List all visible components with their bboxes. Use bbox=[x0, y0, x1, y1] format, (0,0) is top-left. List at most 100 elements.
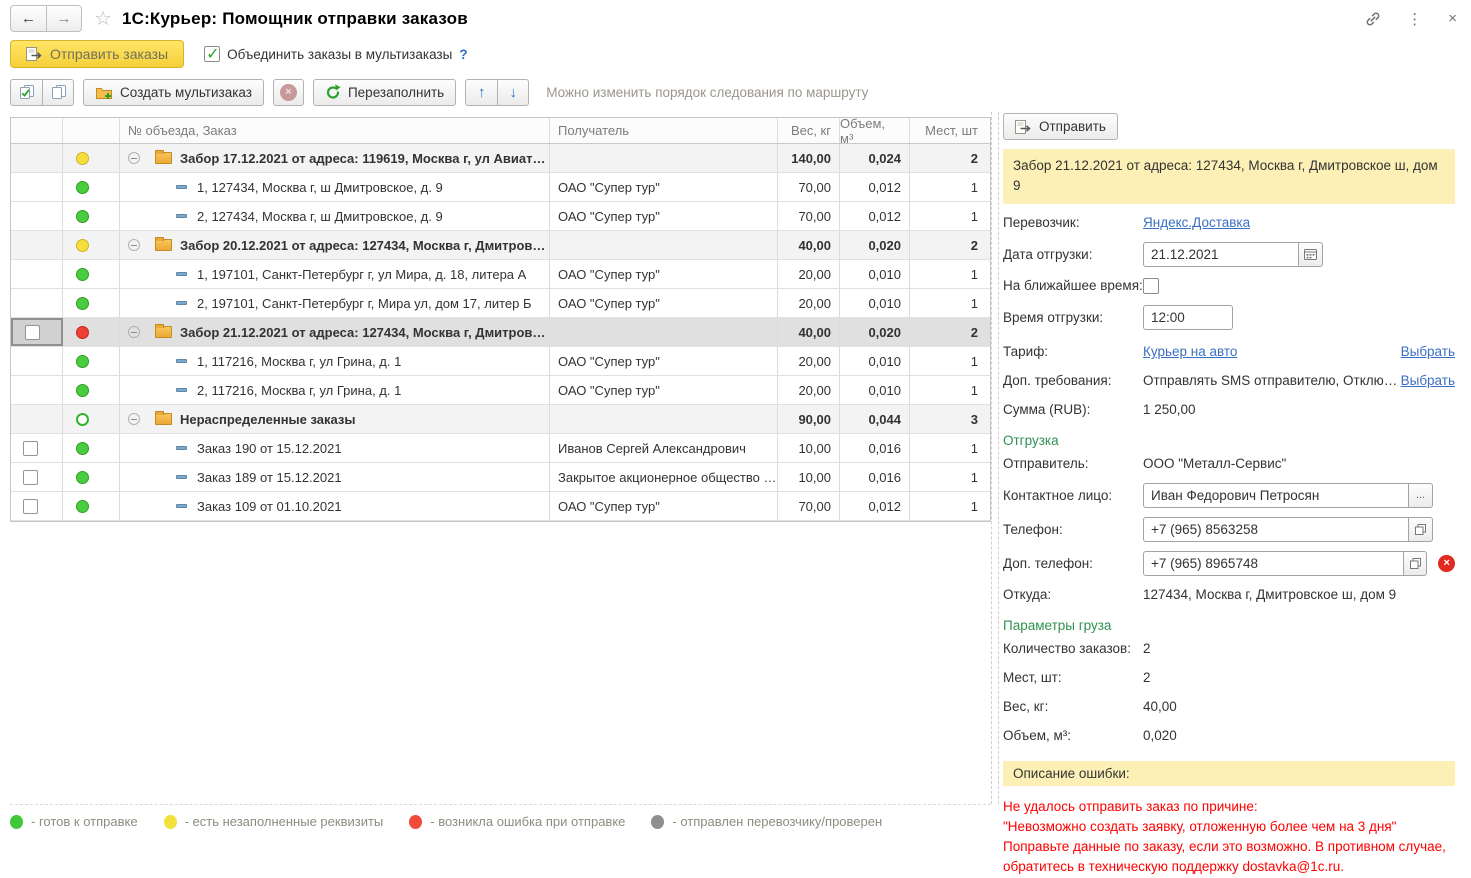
collapse-icon[interactable] bbox=[128, 413, 140, 425]
link-icon[interactable] bbox=[1365, 11, 1381, 27]
asap-checkbox[interactable] bbox=[1143, 277, 1159, 294]
ship-date-input[interactable] bbox=[1143, 241, 1299, 267]
table-row-order[interactable]: 1, 117216, Москва г, ул Грина, д. 1 ОАО "… bbox=[11, 347, 990, 376]
row-weight-cell: 70,00 bbox=[778, 202, 840, 230]
row-checkbox[interactable] bbox=[23, 469, 38, 485]
order-text: 2, 127434, Москва г, ш Дмитровское, д. 9 bbox=[197, 208, 443, 224]
table-row-order[interactable]: Заказ 190 от 15.12.2021 Иванов Сергей Але… bbox=[11, 434, 990, 463]
carrier-link[interactable]: Яндекс.Доставка bbox=[1143, 215, 1250, 230]
move-down-button[interactable]: ↓ bbox=[497, 79, 528, 105]
calendar-icon[interactable] bbox=[1299, 241, 1323, 267]
tariff-choose-link[interactable]: Выбрать bbox=[1401, 344, 1455, 359]
close-icon[interactable]: × bbox=[1448, 10, 1457, 27]
contact-label: Контактное лицо: bbox=[1003, 487, 1113, 503]
status-dot-green bbox=[76, 441, 89, 455]
table-row-order[interactable]: 1, 127434, Москва г, ш Дмитровское, д. 9… bbox=[11, 173, 990, 202]
requirements-label: Доп. требования: bbox=[1003, 373, 1112, 388]
status-dot-green bbox=[76, 296, 89, 310]
table-row-order[interactable]: 2, 117216, Москва г, ул Грина, д. 1 ОАО "… bbox=[11, 376, 990, 405]
cancel-sending-button[interactable]: × bbox=[272, 78, 304, 106]
table-row-group[interactable]: Забор 21.12.2021 от адреса: 127434, Моск… bbox=[11, 318, 990, 347]
row-order-cell: 1, 127434, Москва г, ш Дмитровское, д. 9 bbox=[120, 173, 550, 201]
requirements-choose-link[interactable]: Выбрать bbox=[1401, 373, 1455, 388]
table-row-order[interactable]: 2, 197101, Санкт-Петербург г, Мира ул, д… bbox=[11, 289, 990, 318]
phone2-input[interactable] bbox=[1143, 550, 1404, 576]
table-row-order[interactable]: Заказ 189 от 15.12.2021 Закрытое акционер… bbox=[11, 463, 990, 492]
uncheck-all-button[interactable] bbox=[42, 79, 73, 105]
contact-more-button[interactable]: ... bbox=[1409, 482, 1433, 508]
row-checkbox[interactable] bbox=[25, 324, 40, 340]
ship-time-label: Время отгрузки: bbox=[1003, 309, 1104, 325]
row-recipient-cell: ОАО "Супер тур" bbox=[550, 260, 778, 288]
row-weight-cell: 70,00 bbox=[778, 492, 840, 520]
more-menu-icon[interactable]: ⋮ bbox=[1407, 10, 1422, 28]
row-checkbox[interactable] bbox=[23, 440, 38, 456]
order-dash-icon bbox=[176, 272, 187, 276]
column-header-weight[interactable]: Вес, кг bbox=[778, 118, 840, 143]
sum-label: Сумма (RUB): bbox=[1003, 402, 1091, 417]
row-weight-cell: 70,00 bbox=[778, 173, 840, 201]
order-dash-icon bbox=[176, 475, 187, 479]
row-status-cell bbox=[63, 376, 120, 404]
orders-count-value: 2 bbox=[1143, 641, 1151, 656]
collapse-icon[interactable] bbox=[128, 326, 140, 338]
panel-splitter[interactable] bbox=[991, 112, 999, 804]
row-order-cell: 1, 117216, Москва г, ул Грина, д. 1 bbox=[120, 347, 550, 375]
row-checkbox-cell bbox=[11, 144, 63, 172]
help-icon[interactable]: ? bbox=[459, 47, 467, 62]
table-row-order[interactable]: Заказ 109 от 01.10.2021 ОАО "Супер тур" 70… bbox=[11, 492, 990, 521]
table-row-order[interactable]: 2, 127434, Москва г, ш Дмитровское, д. 9… bbox=[11, 202, 990, 231]
legend-item: - возникла ошибка при отправке bbox=[409, 814, 625, 829]
send-button[interactable]: Отправить bbox=[1003, 113, 1118, 140]
sender-value: ООО "Металл-Сервис" bbox=[1143, 456, 1287, 471]
row-recipient-cell bbox=[550, 405, 778, 433]
row-order-cell: 2, 127434, Москва г, ш Дмитровское, д. 9 bbox=[120, 202, 550, 230]
move-up-button[interactable]: ↑ bbox=[466, 80, 497, 105]
column-header-recipient[interactable]: Получатель bbox=[550, 118, 778, 143]
row-volume-cell: 0,016 bbox=[840, 434, 910, 462]
column-header-places[interactable]: Мест, шт bbox=[910, 118, 986, 143]
row-checkbox-cell bbox=[11, 463, 63, 491]
collapse-icon[interactable] bbox=[128, 239, 140, 251]
folder-icon bbox=[155, 237, 172, 251]
column-header-volume[interactable]: Объем, м³ bbox=[840, 116, 910, 146]
collapse-icon[interactable] bbox=[128, 152, 140, 164]
phone2-open-icon[interactable] bbox=[1403, 550, 1428, 576]
phone-input[interactable] bbox=[1143, 516, 1409, 542]
merge-orders-checkbox[interactable] bbox=[204, 44, 221, 64]
create-multiorder-button[interactable]: Создать мультизаказ bbox=[83, 78, 264, 106]
row-order-cell: Заказ 189 от 15.12.2021 bbox=[120, 463, 550, 491]
table-row-order[interactable]: 1, 197101, Санкт-Петербург г, ул Мира, д… bbox=[11, 260, 990, 289]
table-row-group[interactable]: Забор 17.12.2021 от адреса: 119619, Моск… bbox=[11, 144, 990, 173]
check-all-button[interactable] bbox=[11, 80, 42, 105]
check-all-icon bbox=[20, 85, 34, 99]
cargo-section-header: Параметры груза bbox=[1003, 617, 1112, 633]
clear-phone2-icon[interactable]: × bbox=[1438, 554, 1455, 572]
merge-orders-label: Объединить заказы в мультизаказы bbox=[227, 46, 453, 62]
table-row-group[interactable]: Забор 20.12.2021 от адреса: 127434, Моск… bbox=[11, 231, 990, 260]
phone-open-icon[interactable] bbox=[1409, 516, 1433, 542]
column-header-order[interactable]: № объезда, Заказ bbox=[120, 118, 550, 143]
order-text: Забор 21.12.2021 от адреса: 127434, Моск… bbox=[180, 324, 546, 340]
asap-label: На ближайшее время: bbox=[1003, 278, 1143, 293]
order-text: 1, 117216, Москва г, ул Грина, д. 1 bbox=[197, 353, 402, 369]
row-weight-cell: 90,00 bbox=[778, 405, 840, 433]
favorite-star-icon[interactable]: ☆ bbox=[94, 6, 112, 31]
arrow-down-icon: ↓ bbox=[509, 83, 517, 101]
refill-button[interactable]: Перезаполнить bbox=[312, 78, 457, 106]
send-icon bbox=[1015, 119, 1032, 134]
row-volume-cell: 0,012 bbox=[840, 202, 910, 230]
order-text: 2, 117216, Москва г, ул Грина, д. 1 bbox=[197, 382, 402, 398]
order-text: Заказ 189 от 15.12.2021 bbox=[197, 469, 342, 485]
contact-input[interactable] bbox=[1143, 482, 1409, 508]
row-checkbox[interactable] bbox=[23, 498, 38, 514]
back-button[interactable]: ← bbox=[11, 6, 46, 31]
row-status-cell bbox=[63, 202, 120, 230]
folder-icon bbox=[155, 150, 172, 164]
table-row-group[interactable]: Нераспределенные заказы 90,00 0,044 3 bbox=[11, 405, 990, 434]
ship-time-input[interactable] bbox=[1143, 304, 1233, 330]
status-dot-green bbox=[76, 499, 89, 513]
forward-button[interactable]: → bbox=[46, 6, 81, 31]
send-orders-button[interactable]: Отправить заказы bbox=[10, 40, 185, 68]
tariff-link[interactable]: Курьер на авто bbox=[1143, 344, 1237, 359]
